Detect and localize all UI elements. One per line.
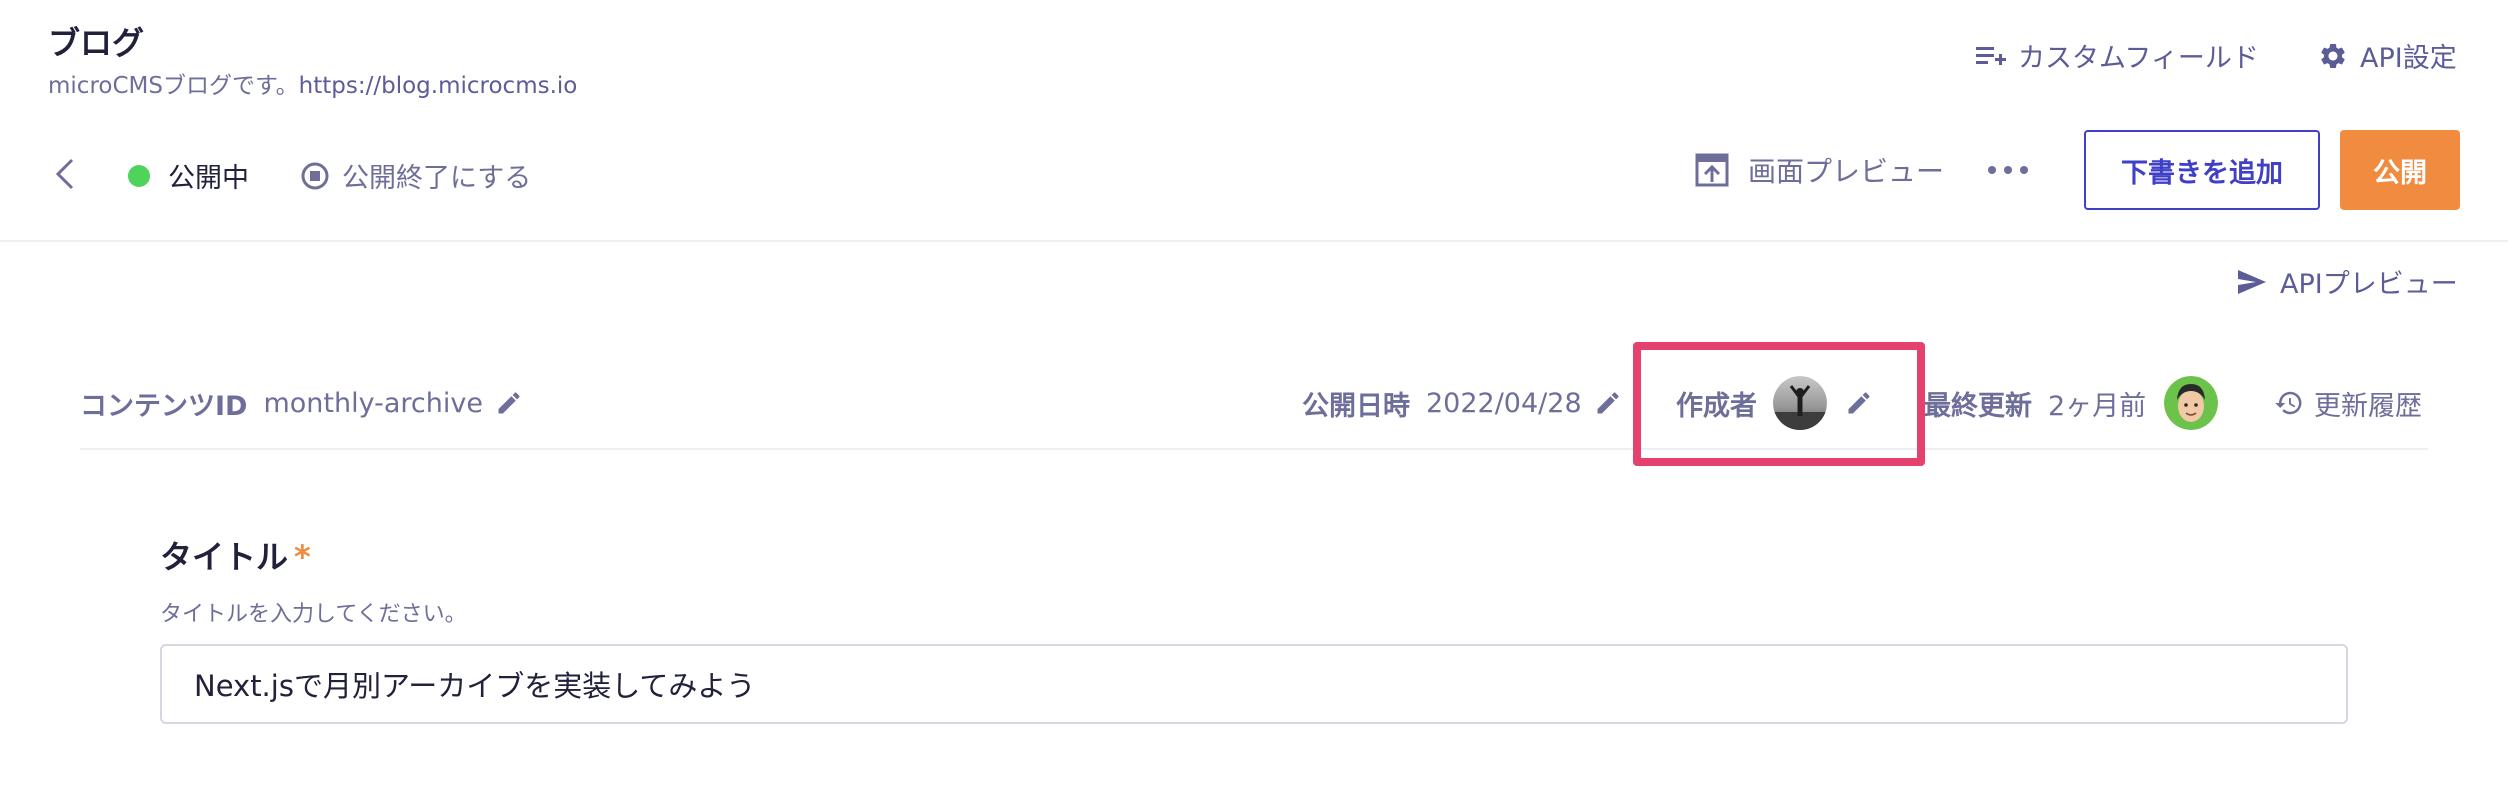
- history-label: 更新履歴: [2314, 390, 2422, 422]
- title-label-text: タイトル: [160, 538, 289, 576]
- content-id-value: monthly-archive: [263, 387, 483, 419]
- app-title: ブログ: [48, 24, 145, 62]
- content-id: コンテンツID monthly-archive: [80, 376, 523, 430]
- title-field-label: タイトル *: [160, 532, 311, 578]
- app-description: microCMSブログです。https://blog.microcms.io: [48, 66, 577, 100]
- api-settings-link[interactable]: API設定: [2318, 36, 2457, 75]
- history-link[interactable]: 更新履歴: [2274, 376, 2422, 430]
- header: ブログ microCMSブログです。https://blog.microcms.…: [0, 0, 2508, 242]
- editor-avatar: [2164, 376, 2219, 430]
- last-updated-value: 2ヶ月前: [2048, 390, 2147, 422]
- status-badge: 公開中: [128, 156, 249, 195]
- stop-circle-icon: [301, 162, 329, 189]
- app-description-text: microCMSブログです。: [48, 73, 299, 99]
- gear-icon: [2321, 43, 2345, 68]
- api-preview-label: APIプレビュー: [2280, 269, 2458, 300]
- screen-preview-button[interactable]: 画面プレビュー: [1694, 150, 1944, 190]
- more-icon[interactable]: [1988, 154, 2028, 186]
- api-settings-label: API設定: [2360, 43, 2457, 74]
- chevron-left-icon: [55, 158, 74, 190]
- custom-fields-label: カスタムフィールド: [2018, 43, 2259, 74]
- last-updated: 最終更新 2ヶ月前: [1924, 376, 2219, 430]
- add-draft-button[interactable]: 下書きを追加: [2084, 130, 2320, 210]
- back-button[interactable]: [54, 152, 84, 196]
- published-at: 公開日時 2022/04/28: [1302, 376, 1622, 430]
- published-at-value: 2022/04/28: [1426, 387, 1582, 419]
- preview-upload-icon: [1695, 153, 1729, 187]
- unpublish-button[interactable]: 公開終了にする: [300, 156, 531, 195]
- api-preview-link[interactable]: APIプレビュー: [2236, 262, 2458, 301]
- screen-preview-label: 画面プレビュー: [1748, 155, 1945, 188]
- list-add-icon: [1976, 46, 2006, 65]
- status-dot: [128, 164, 150, 187]
- required-mark: *: [294, 538, 311, 576]
- publish-button[interactable]: 公開: [2340, 130, 2460, 210]
- content-meta-row: コンテンツID monthly-archive 公開日時 2022/04/28 …: [80, 376, 2428, 450]
- title-field-hint: タイトルを入力してください。: [160, 602, 467, 627]
- published-at-label: 公開日時: [1302, 390, 1410, 422]
- unpublish-label: 公開終了にする: [342, 163, 532, 194]
- history-icon: [2275, 391, 2302, 415]
- title-input[interactable]: [160, 644, 2348, 724]
- status-text: 公開中: [168, 163, 249, 194]
- pencil-icon[interactable]: [1594, 389, 1622, 417]
- pencil-icon[interactable]: [495, 389, 523, 417]
- custom-fields-link[interactable]: カスタムフィールド: [1976, 36, 2259, 75]
- app-url-link[interactable]: https://blog.microcms.io: [299, 73, 578, 99]
- author-highlight-box: [1633, 342, 1925, 466]
- last-updated-label: 最終更新: [1924, 390, 2032, 422]
- content-id-label: コンテンツID: [80, 390, 248, 422]
- send-icon: [2238, 269, 2266, 294]
